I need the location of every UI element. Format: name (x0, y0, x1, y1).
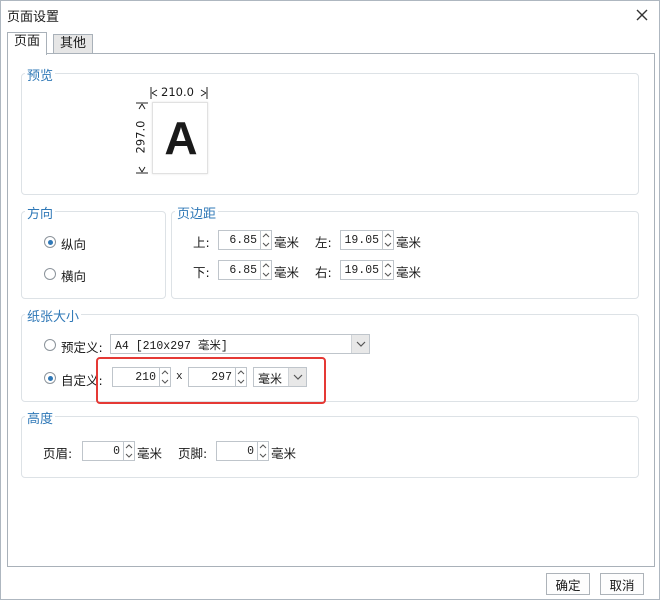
margin-right-up-icon[interactable] (383, 261, 393, 270)
preview-area: 210.0 297.0 A (132, 84, 212, 174)
preview-page: A (152, 102, 208, 174)
margin-top-up-icon[interactable] (261, 231, 271, 240)
margin-top-unit: 毫米 (274, 235, 300, 250)
margin-left-down-icon[interactable] (383, 240, 393, 249)
footer-unit: 毫米 (271, 446, 297, 461)
footer-label: 页脚: (178, 446, 208, 461)
footer-up-icon[interactable] (258, 442, 268, 451)
margin-right-label: 右: (315, 265, 332, 280)
predefined-dropdown-button[interactable] (351, 335, 369, 353)
portrait-label: 纵向 (61, 237, 87, 252)
paper-size-group-title: 纸张大小 (25, 306, 82, 325)
tab-other[interactable]: 其他 (53, 34, 94, 54)
portrait-radio[interactable] (44, 236, 56, 248)
predefined-select-value: A4 [210x297 毫米] (115, 340, 228, 353)
header-input[interactable] (82, 441, 123, 461)
header-spinner (82, 441, 135, 461)
margin-bottom-up-icon[interactable] (261, 261, 271, 270)
preview-group (21, 73, 639, 195)
orientation-group (21, 211, 166, 299)
footer-input[interactable] (216, 441, 257, 461)
orientation-group-title: 方向 (25, 203, 56, 222)
header-up-icon[interactable] (124, 442, 134, 451)
predefined-label: 预定义: (61, 340, 103, 355)
margins-group (171, 211, 639, 299)
ok-button[interactable]: 确定 (546, 573, 590, 595)
chevron-down-icon (356, 341, 365, 347)
tab-panel-page: 预览 210.0 297.0 A 方向 纵向 横向 页边距 上: 6.85 毫米… (7, 53, 655, 567)
margin-bottom-down-icon[interactable] (261, 270, 271, 279)
header-unit: 毫米 (137, 446, 163, 461)
footer-spinner (216, 441, 269, 461)
landscape-radio[interactable] (44, 268, 56, 280)
footer-down-icon[interactable] (258, 451, 268, 460)
margin-bottom-spinner (218, 260, 272, 280)
title-bar: 页面设置 (1, 1, 659, 28)
margin-top-input[interactable] (218, 230, 260, 250)
margin-left-spinner (340, 230, 394, 250)
predefined-radio[interactable] (44, 339, 56, 351)
preview-height-label: 297.0 (133, 120, 148, 154)
margin-right-unit: 毫米 (396, 265, 422, 280)
custom-size-highlight (96, 357, 326, 404)
custom-radio[interactable] (44, 372, 56, 384)
preview-group-title: 预览 (25, 65, 56, 84)
height-group-title: 高度 (25, 408, 56, 427)
margins-group-title: 页边距 (175, 203, 219, 222)
margin-top-down-icon[interactable] (261, 240, 271, 249)
margin-bottom-label: 下: (193, 265, 210, 280)
preview-width-label: 210.0 (161, 85, 194, 99)
close-button[interactable] (631, 4, 653, 26)
margin-right-input[interactable] (340, 260, 382, 280)
margin-bottom-unit: 毫米 (274, 265, 300, 280)
margin-left-up-icon[interactable] (383, 231, 393, 240)
margin-top-spinner (218, 230, 272, 250)
landscape-label: 横向 (61, 269, 87, 284)
cancel-button[interactable]: 取消 (600, 573, 644, 595)
tab-strip: 页面 其他 (7, 32, 653, 55)
preview-letter: A (164, 112, 198, 164)
header-label: 页眉: (43, 446, 73, 461)
header-down-icon[interactable] (124, 451, 134, 460)
margin-right-down-icon[interactable] (383, 270, 393, 279)
margin-left-input[interactable] (340, 230, 382, 250)
close-icon (636, 9, 648, 21)
margin-left-label: 左: (315, 235, 332, 250)
predefined-select[interactable]: A4 [210x297 毫米] (110, 334, 370, 354)
margin-left-unit: 毫米 (396, 235, 422, 250)
margin-top-label: 上: (193, 235, 210, 250)
margin-bottom-input[interactable] (218, 260, 260, 280)
dialog-title: 页面设置 (7, 10, 60, 25)
page-setup-dialog: 页面设置 页面 其他 预览 210.0 297.0 A 方向 纵向 横向 页边距… (0, 0, 660, 600)
margin-right-spinner (340, 260, 394, 280)
tab-page[interactable]: 页面 (7, 32, 48, 55)
